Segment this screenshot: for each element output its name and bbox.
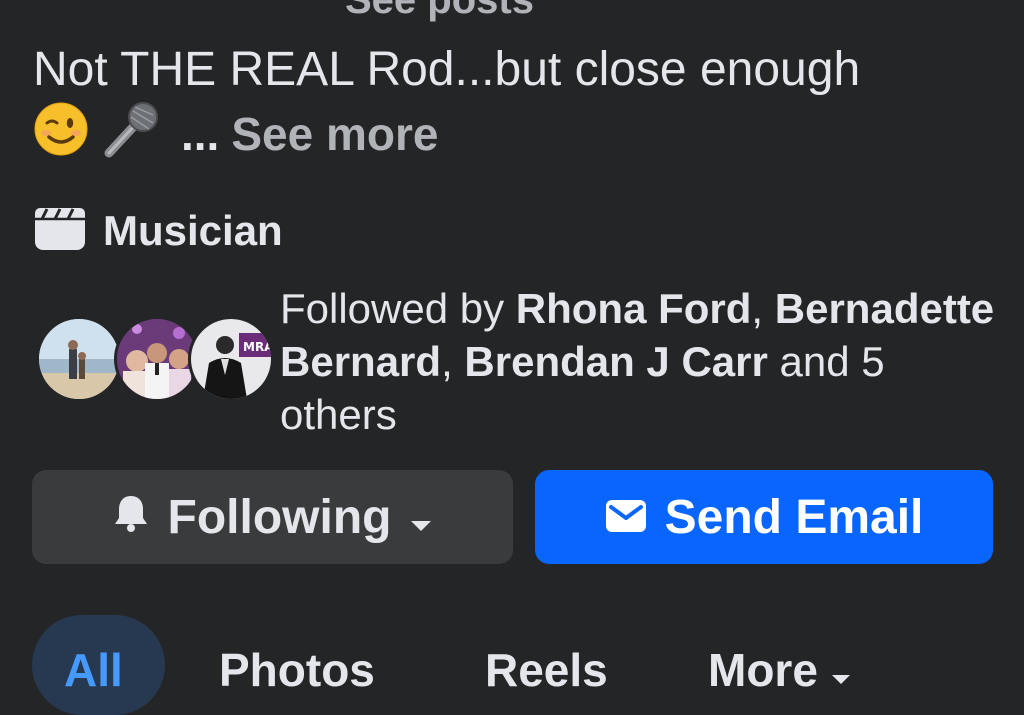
tab-more-label: More xyxy=(708,644,818,696)
following-label: Following xyxy=(167,490,392,544)
profile-bio-line2: ... See more xyxy=(33,101,438,168)
follower-separator: , xyxy=(441,338,465,385)
category-row: Musician xyxy=(33,205,283,257)
winking-face-emoji-icon xyxy=(33,101,89,168)
followed-by-text[interactable]: Followed by Rhona Ford, Bernadette Berna… xyxy=(280,282,1000,441)
follower-avatars[interactable]: MRA xyxy=(36,316,274,402)
svg-text:MRA: MRA xyxy=(243,340,271,354)
follower-separator: , xyxy=(751,285,764,332)
send-email-label: Send Email xyxy=(664,490,924,544)
envelope-icon xyxy=(605,490,647,545)
chevron-down-icon xyxy=(409,490,433,545)
profile-bio: Not THE REAL Rod...but close enough xyxy=(33,43,861,96)
follower-name[interactable]: Rhona Ford xyxy=(516,285,752,332)
microphone-emoji-icon xyxy=(101,99,161,170)
tab-all[interactable]: All xyxy=(64,643,123,697)
tab-more[interactable]: More xyxy=(708,643,852,697)
see-more-link[interactable]: See more xyxy=(231,107,438,161)
avatar[interactable] xyxy=(36,316,122,402)
see-posts-header[interactable]: See posts xyxy=(345,0,534,23)
category-label: Musician xyxy=(103,207,283,254)
chevron-down-icon xyxy=(830,643,852,697)
tab-photos[interactable]: Photos xyxy=(219,643,375,697)
follower-name[interactable]: Brendan J Carr xyxy=(464,338,767,385)
following-button[interactable]: Following xyxy=(32,470,513,564)
clapperboard-icon xyxy=(33,206,87,257)
bio-ellipsis: ... xyxy=(181,108,220,160)
avatar[interactable]: MRA xyxy=(188,316,274,402)
profile-tabs: All Photos Reels More xyxy=(0,615,1024,715)
send-email-button[interactable]: Send Email xyxy=(535,470,993,564)
followed-by-prefix: Followed by xyxy=(280,285,516,332)
bell-icon xyxy=(112,490,150,545)
tab-reels[interactable]: Reels xyxy=(485,643,608,697)
